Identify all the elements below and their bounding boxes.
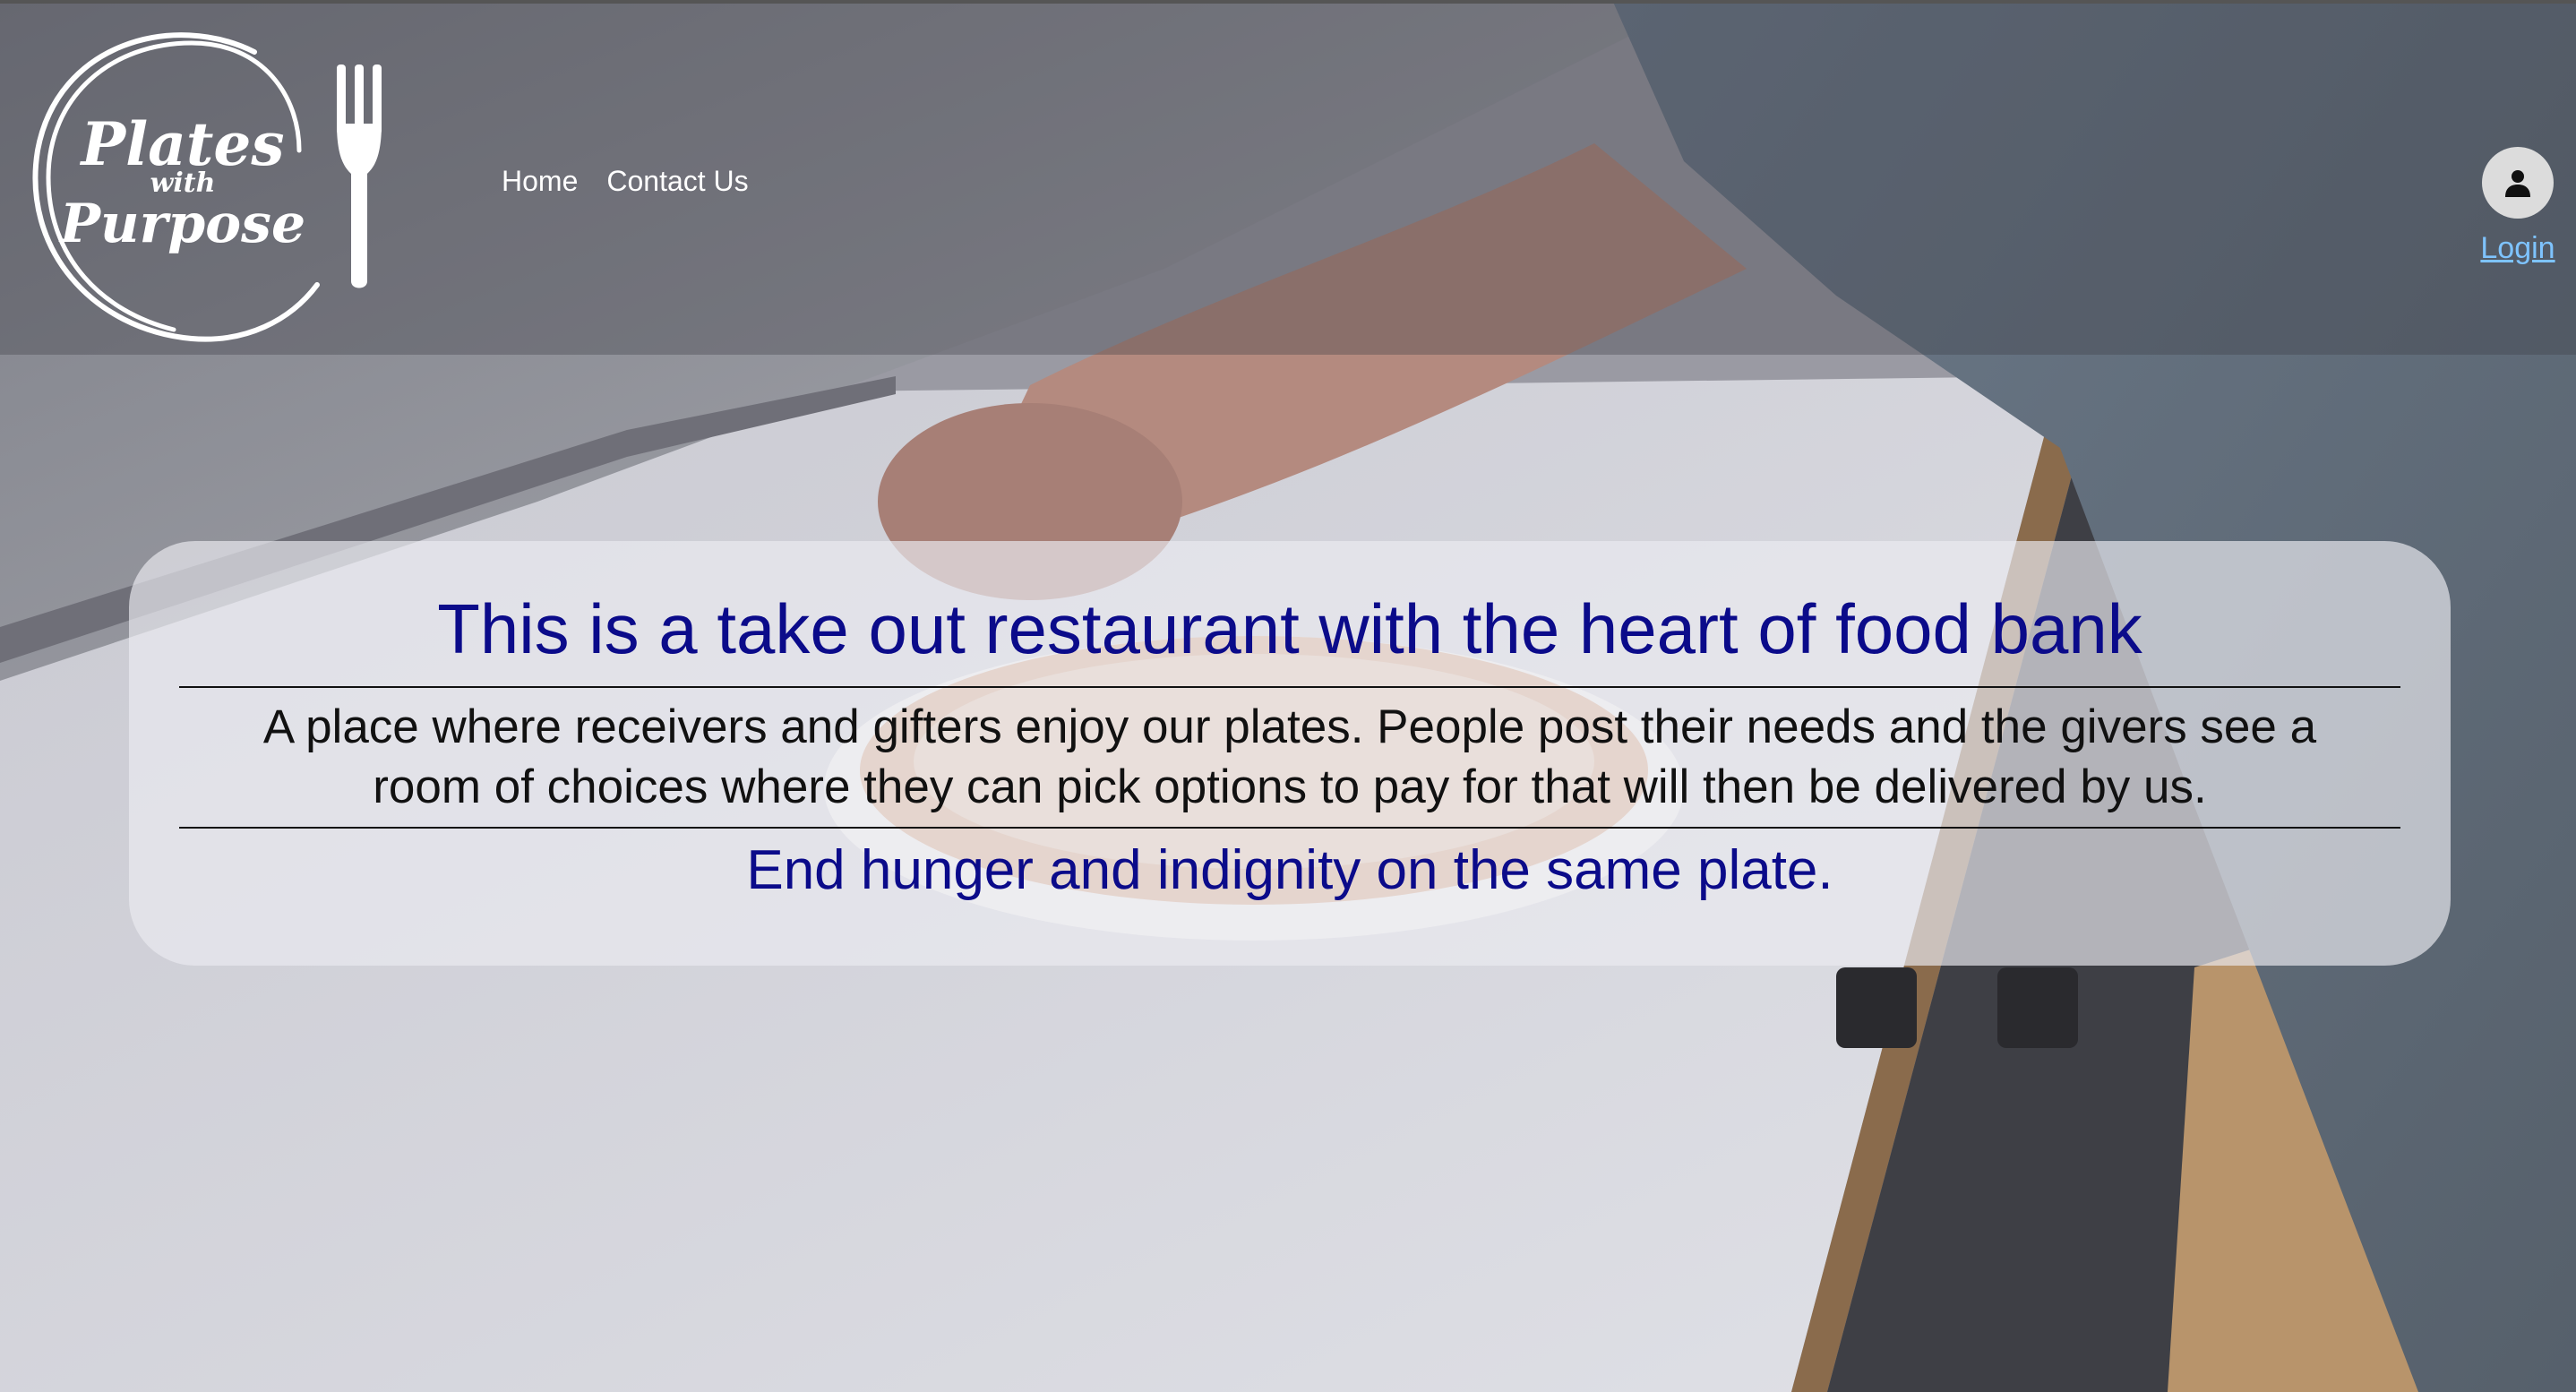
plates-with-purpose-logo[interactable]: Plates with Purpose [21, 16, 398, 348]
login-link[interactable]: Login [2480, 231, 2555, 266]
hero-card: This is a take out restaurant with the h… [129, 541, 2451, 966]
logo-word-plates: Plates [81, 109, 285, 179]
nav-home-link[interactable]: Home [502, 165, 578, 198]
user-menu: Login [2477, 147, 2558, 266]
person-icon [2505, 170, 2530, 197]
hero-tagline: End hunger and indignity on the same pla… [746, 839, 1833, 902]
user-avatar-icon[interactable] [2482, 147, 2554, 219]
main-nav: Home Contact Us [502, 165, 749, 198]
hero-title: This is a take out restaurant with the h… [179, 586, 2400, 688]
hero-description: A place where receivers and gifters enjo… [179, 688, 2400, 829]
site-header: Plates with Purpose Home Contact Us Logi… [0, 0, 2576, 355]
nav-contact-us-link[interactable]: Contact Us [606, 165, 748, 198]
logo-word-purpose: Purpose [59, 193, 306, 255]
